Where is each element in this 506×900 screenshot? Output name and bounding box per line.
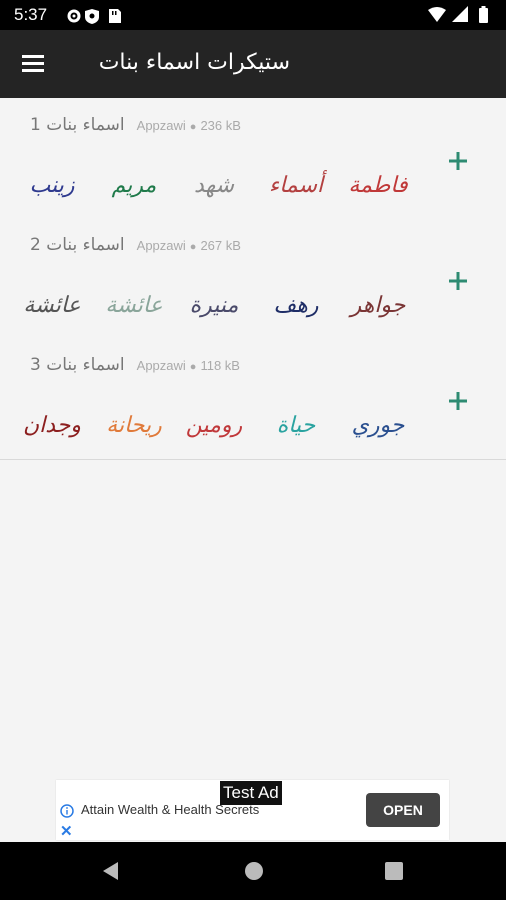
add-pack-button[interactable] — [444, 267, 472, 295]
plus-icon — [449, 152, 467, 170]
status-right-icons — [428, 6, 494, 29]
pack-name: اسماء بنات 1 — [30, 115, 125, 135]
app-title: ستيكرات اسماء بنات — [98, 50, 290, 75]
pack-author: Appzawi — [136, 358, 186, 373]
pack-meta: اسماء بنات 1 Appzawi ● 236 kB — [30, 115, 241, 137]
navigation-bar — [0, 842, 506, 900]
sticker-pack-2[interactable]: اسماء بنات 2 Appzawi ● 267 kB عائشة عائشة م… — [0, 219, 506, 340]
plus-icon — [449, 272, 467, 290]
app-bar: ستيكرات اسماء بنات — [0, 30, 506, 98]
ad-close-icon[interactable]: ✕ — [60, 822, 73, 840]
sticker-zainab[interactable]: زينب — [16, 157, 88, 213]
sticker-asmaa[interactable]: أسماء — [260, 157, 332, 213]
sticker-wijdan[interactable]: وجدان — [16, 397, 88, 453]
plus-icon — [449, 392, 467, 410]
sticker-aisha-2[interactable]: عائشة — [98, 277, 170, 333]
sticker-aisha[interactable]: عائشة — [16, 277, 88, 333]
signal-icon — [452, 6, 468, 22]
separator-dot: ● — [189, 121, 197, 133]
sticker-jawaher[interactable]: جواهر — [342, 277, 414, 333]
test-ad-label: Test Ad — [220, 781, 282, 805]
pack-name: اسماء بنات 3 — [30, 355, 125, 375]
back-icon[interactable] — [100, 860, 122, 882]
sticker-rahaf[interactable]: رهف — [260, 277, 332, 333]
add-pack-button[interactable] — [444, 387, 472, 415]
ad-info-icon[interactable] — [60, 804, 74, 823]
pack-author: Appzawi — [136, 238, 186, 253]
status-left-icons — [66, 7, 138, 30]
gear-icon — [67, 9, 121, 24]
pack-meta: اسماء بنات 3 Appzawi ● 118 kB — [30, 355, 240, 377]
pack-name: اسماء بنات 2 — [30, 235, 125, 255]
sticker-romin[interactable]: رومين — [178, 397, 250, 453]
sticker-shahd[interactable]: شهد — [178, 157, 250, 213]
add-pack-button[interactable] — [444, 147, 472, 175]
wifi-icon — [428, 7, 446, 22]
menu-button[interactable] — [18, 50, 48, 78]
sticker-fatima[interactable]: فاطمة — [342, 157, 414, 213]
pack-size: 267 kB — [200, 238, 241, 253]
sticker-hayat[interactable]: حياة — [260, 397, 332, 453]
pack-author: Appzawi — [136, 118, 186, 133]
ad-open-button[interactable]: OPEN — [366, 793, 440, 827]
status-bar: 5:37 — [0, 0, 506, 30]
battery-icon — [479, 8, 488, 23]
home-icon[interactable] — [243, 860, 265, 882]
sticker-jouri[interactable]: جوري — [342, 397, 414, 453]
sticker-munira[interactable]: منيرة — [178, 277, 250, 333]
pack-size: 236 kB — [200, 118, 241, 133]
sticker-pack-3[interactable]: اسماء بنات 3 Appzawi ● 118 kB وجدان ريحانة … — [0, 339, 506, 460]
recents-icon[interactable] — [384, 861, 404, 881]
separator-dot: ● — [189, 361, 197, 373]
separator-dot: ● — [189, 241, 197, 253]
sticker-pack-1[interactable]: اسماء بنات 1 Appzawi ● 236 kB زينب مريم شهد… — [0, 99, 506, 220]
sticker-rayhana[interactable]: ريحانة — [98, 397, 170, 453]
hamburger-menu-icon — [22, 55, 44, 72]
status-time: 5:37 — [14, 5, 48, 24]
pack-size: 118 kB — [200, 358, 240, 373]
sticker-maryam[interactable]: مريم — [98, 157, 170, 213]
pack-meta: اسماء بنات 2 Appzawi ● 267 kB — [30, 235, 241, 257]
